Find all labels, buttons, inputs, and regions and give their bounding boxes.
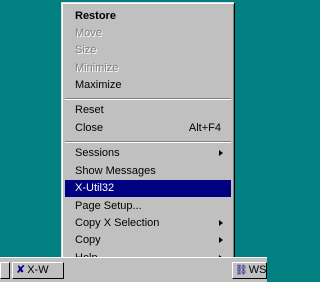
menu-item-copy-label: Copy (75, 234, 101, 246)
taskbar-button-ws[interactable]: ⛓WS (232, 262, 267, 279)
menu-separator (65, 141, 231, 143)
menu-item-close-label: Close (75, 122, 104, 134)
menu-item-sessions-label: Sessions (75, 147, 120, 159)
menu-item-show-messages[interactable]: Show Messages (65, 163, 231, 180)
menu-item-move: Move (75, 27, 102, 39)
menu-item-copy[interactable]: Copy (65, 232, 231, 249)
submenu-arrow-icon (219, 220, 223, 226)
submenu-arrow-icon (219, 237, 223, 243)
taskbar-button-label: WS (248, 264, 267, 276)
menu-item-maximize[interactable]: Maximize (65, 77, 231, 94)
menu-item-reset[interactable]: Reset (65, 102, 231, 119)
submenu-arrow-icon (219, 150, 223, 156)
menu-item-page-setup[interactable]: Page Setup... (65, 198, 231, 215)
menu-item-close-shortcut: Alt+F4 (188, 122, 221, 134)
menu-item-x-util32[interactable]: X-Util32 (65, 180, 231, 197)
taskbar-button-label: X-W (27, 264, 49, 276)
menu-item-sessions[interactable]: Sessions (65, 145, 231, 162)
taskbar-button-partial[interactable] (0, 262, 10, 279)
menu-item-close[interactable]: Close Alt+F4 (65, 120, 231, 137)
menu-item-size: Size (75, 44, 97, 56)
menu-item-copy-x-selection-label: Copy X Selection (75, 217, 160, 229)
system-context-menu: Restore Move Size Minimize Maximize Rese… (61, 2, 235, 274)
menu-item-copy-x-selection[interactable]: Copy X Selection (65, 215, 231, 232)
taskbar: ✘ X-W ⛓WS (0, 257, 267, 282)
menu-separator (65, 98, 231, 100)
network-icon: ⛓ (235, 265, 248, 276)
taskbar-button-x-win[interactable]: ✘ X-W (12, 262, 64, 279)
x-server-icon: ✘ (16, 264, 26, 276)
menu-item-restore[interactable]: Restore (65, 8, 231, 25)
menu-item-minimize: Minimize (75, 62, 119, 74)
